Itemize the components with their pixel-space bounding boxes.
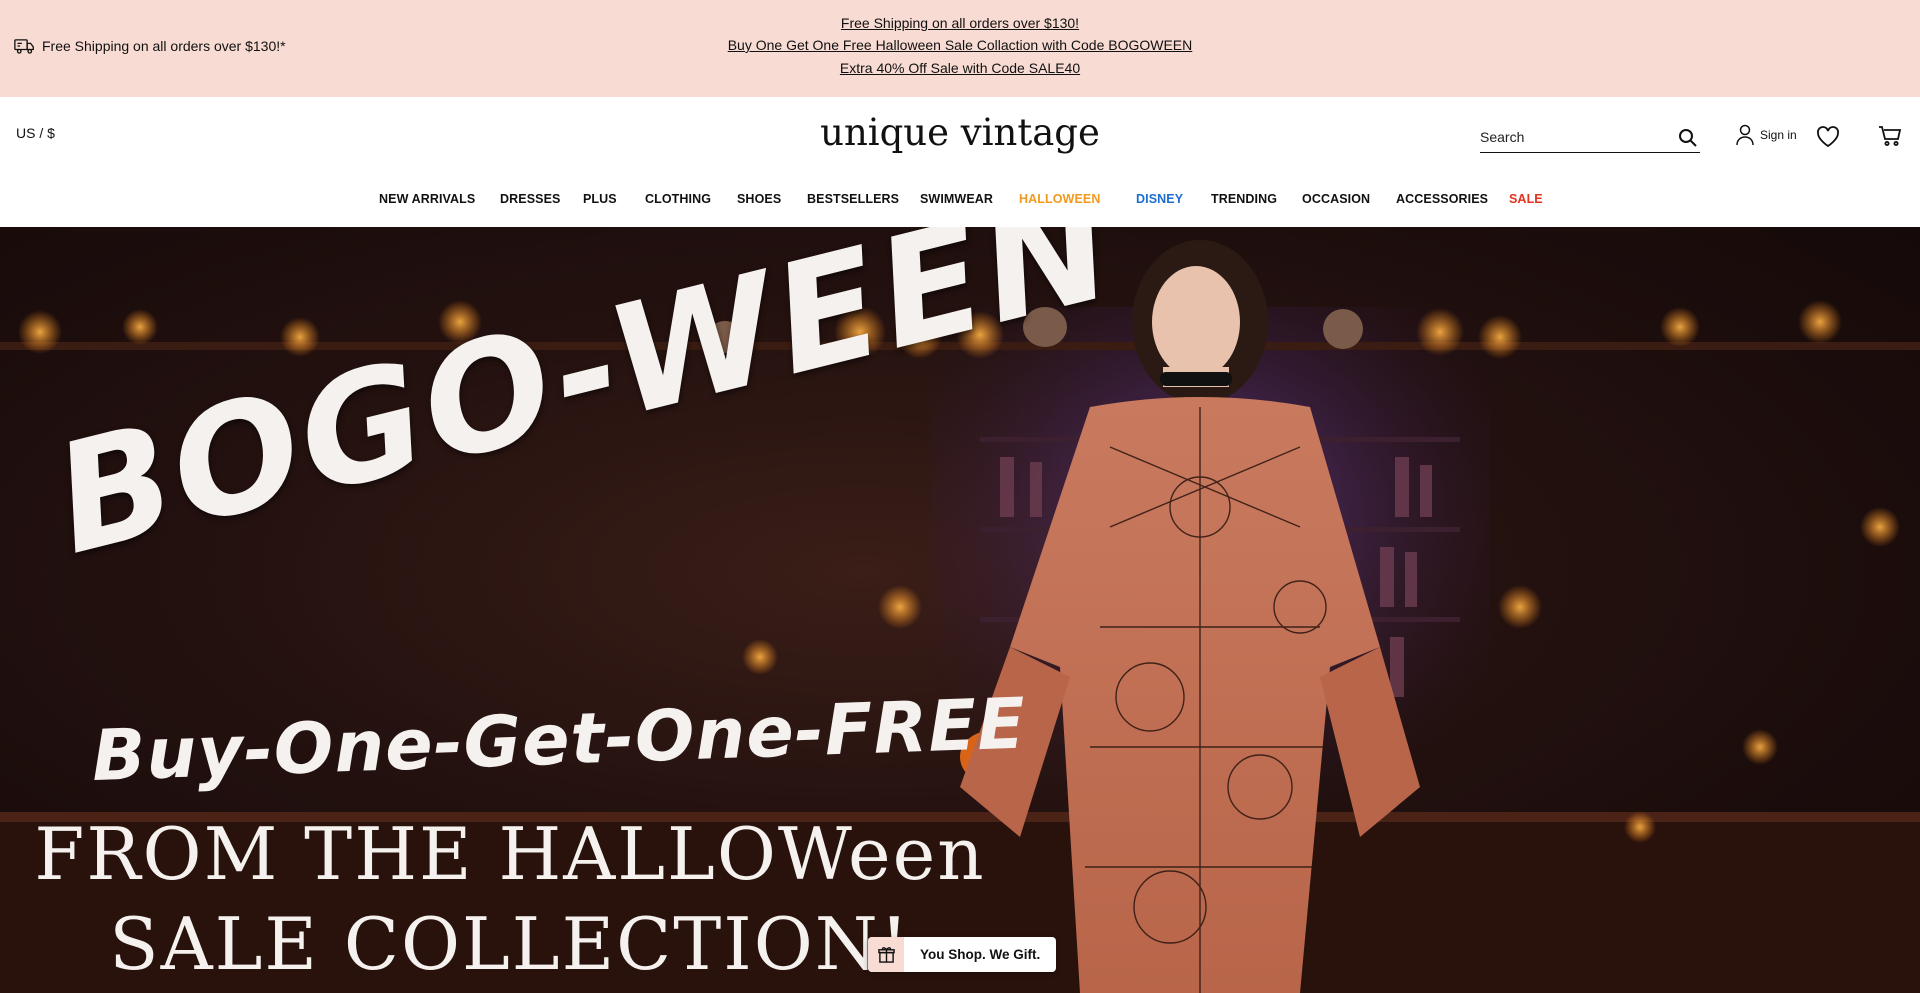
sign-in-label: Sign in (1760, 128, 1797, 142)
gift-widget-button[interactable]: You Shop. We Gift. (868, 937, 1057, 972)
nav-item-occasion[interactable]: OCCASION (1302, 192, 1370, 206)
promo-line-2: Buy One Get One Free Halloween Sale Coll… (0, 37, 1920, 53)
nav-item-halloween[interactable]: HALLOWEEN (1019, 192, 1100, 206)
nav-item-clothing[interactable]: CLOTHING (645, 192, 711, 206)
search-input[interactable] (1480, 124, 1670, 149)
promo-line-1: Free Shipping on all orders over $130! (0, 15, 1920, 31)
nav-item-bestsellers[interactable]: BESTSELLERS (807, 192, 899, 206)
nav-item-shoes[interactable]: SHOES (737, 192, 781, 206)
nav-item-trending[interactable]: TRENDING (1211, 192, 1277, 206)
main-navigation: NEW ARRIVALS DRESSES PLUS CLOTHING SHOES… (0, 192, 1920, 216)
nav-item-new-arrivals[interactable]: NEW ARRIVALS (379, 192, 475, 206)
nav-item-plus[interactable]: PLUS (583, 192, 617, 206)
nav-item-disney[interactable]: DISNEY (1136, 192, 1183, 206)
promo-link-sale40[interactable]: Extra 40% Off Sale with Code SALE40 (840, 60, 1080, 76)
nav-item-swimwear[interactable]: SWIMWEAR (920, 192, 993, 206)
promo-link-bogoween[interactable]: Buy One Get One Free Halloween Sale Coll… (728, 37, 1193, 53)
user-icon (1736, 124, 1754, 146)
promo-link-shipping[interactable]: Free Shipping on all orders over $130! (841, 15, 1079, 31)
announcement-bar: Free Shipping on all orders over $130!* … (0, 0, 1920, 97)
hero-line-2: FROM THE HALLOWeen (34, 812, 986, 896)
cart-icon[interactable] (1878, 125, 1902, 147)
nav-item-dresses[interactable]: DRESSES (500, 192, 560, 206)
gift-icon (877, 947, 895, 963)
nav-item-sale[interactable]: SALE (1509, 192, 1543, 206)
heart-icon[interactable] (1816, 126, 1840, 148)
promo-line-3: Extra 40% Off Sale with Code SALE40 (0, 60, 1920, 76)
hero-banner[interactable]: BOGO-WEEN Buy-One-Get-One-FREE FROM THE … (0, 227, 1920, 993)
gift-icon-box (868, 937, 904, 972)
sign-in-link[interactable]: Sign in (1736, 124, 1797, 146)
nav-item-accessories[interactable]: ACCESSORIES (1396, 192, 1488, 206)
gift-widget-label: You Shop. We Gift. (920, 947, 1041, 962)
site-header: US / $ unique vintage Sign in NEW ARRIVA… (0, 97, 1920, 227)
hero-line-3: SALE COLLECTION! (109, 902, 911, 986)
search-bar (1480, 121, 1700, 153)
search-icon[interactable] (1678, 128, 1698, 148)
